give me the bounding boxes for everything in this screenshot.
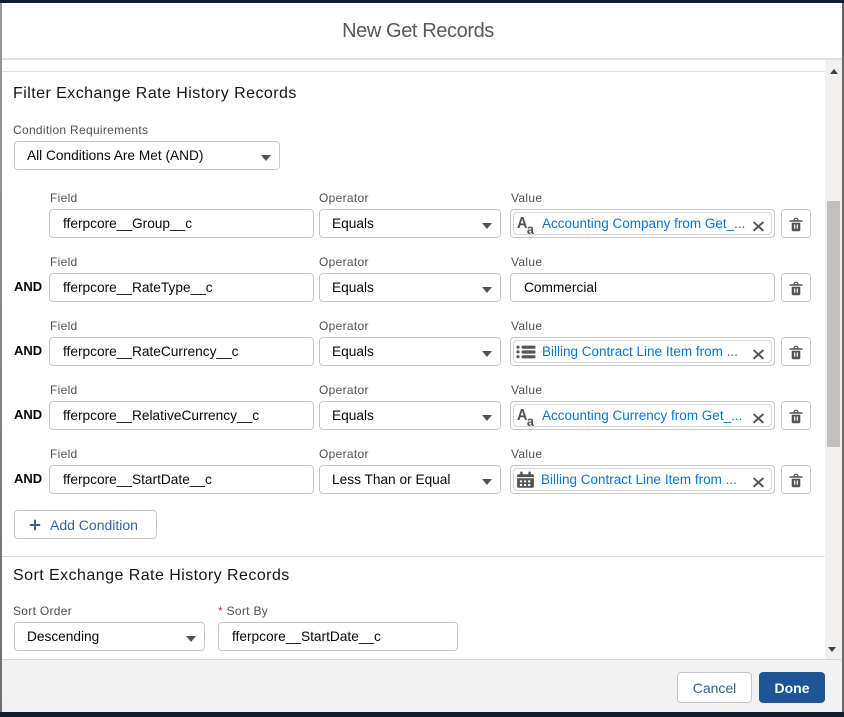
svg-text:A: A — [517, 214, 527, 232]
svg-text:A: A — [517, 406, 527, 424]
svg-text:a: a — [527, 221, 535, 237]
svg-text:a: a — [527, 413, 535, 429]
